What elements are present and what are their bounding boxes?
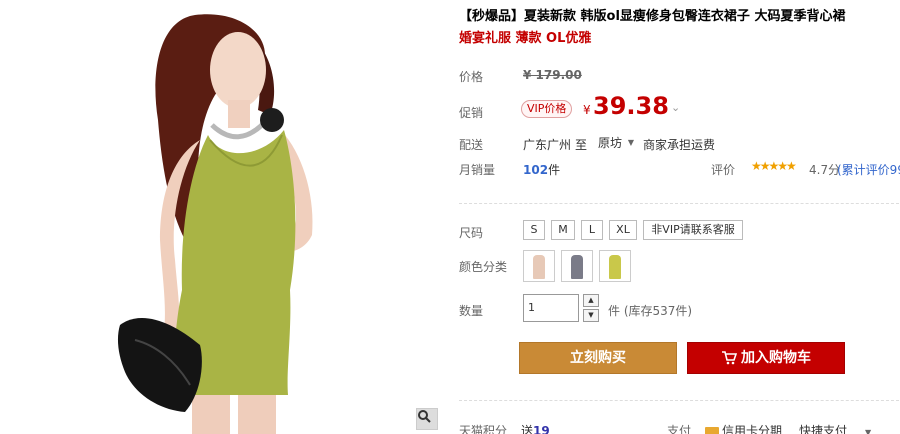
quantity-input[interactable]: 1	[523, 294, 579, 322]
caret-down-icon: ▼	[627, 138, 635, 147]
size-option-s[interactable]: S	[523, 220, 545, 240]
size-option-l[interactable]: L	[581, 220, 603, 240]
rating-score: 4.7分	[809, 163, 841, 177]
credit-installment-label: 信用卡分期	[722, 424, 783, 434]
zoom-button[interactable]	[416, 408, 438, 430]
divider	[459, 400, 899, 401]
shipping-to-label: 至	[575, 138, 588, 152]
payment-label: 支付	[667, 424, 692, 434]
promo-label: 促销	[459, 106, 484, 120]
product-photo	[0, 0, 443, 434]
quantity-decrease-button[interactable]: ▼	[583, 309, 599, 322]
sales-unit: 件	[548, 163, 561, 177]
cart-icon	[722, 351, 737, 365]
dropdown-arrow-icon[interactable]: ▼	[865, 428, 871, 434]
product-title-sub: 婚宴礼服 薄款 OL优雅	[459, 31, 592, 46]
quick-pay[interactable]: 快捷支付 ▼	[799, 422, 871, 434]
monthly-sales-label: 月销量	[459, 163, 496, 177]
points-label: 天猫积分	[459, 424, 508, 434]
points-prefix: 送	[521, 424, 534, 434]
divider	[459, 203, 899, 204]
product-title-main: 【秒爆品】夏装新款 韩版ol显瘦修身包臀连衣裙子 大码夏季背心裙	[459, 9, 846, 24]
size-label: 尺码	[459, 226, 484, 240]
quantity-label: 数量	[459, 304, 484, 318]
shipping-fee: 商家承担运费	[643, 138, 716, 152]
review-count-link[interactable]: (累计评价99	[837, 161, 900, 178]
dress-thumbnail	[609, 255, 621, 279]
product-info-panel: 【秒爆品】夏装新款 韩版ol显瘦修身包臀连衣裙子 大码夏季背心裙 婚宴礼服 薄款…	[459, 0, 900, 434]
quantity-increase-button[interactable]: ▲	[583, 294, 599, 307]
product-title: 【秒爆品】夏装新款 韩版ol显瘦修身包臀连衣裙子 大码夏季背心裙 婚宴礼服 薄款…	[459, 6, 899, 50]
sales-count: 102	[523, 163, 549, 177]
review-label: 评价	[711, 163, 736, 177]
magnifier-icon	[418, 410, 431, 423]
rating-stars-icon: ★★★★★	[751, 159, 797, 173]
buy-now-button[interactable]: 立刻购买	[519, 342, 677, 374]
points-number: 19	[533, 424, 550, 434]
points-value: 送19	[521, 422, 550, 434]
product-image-panel	[0, 0, 443, 434]
size-option-nonvip[interactable]: 非VIP请联系客服	[643, 220, 743, 240]
color-option-beige[interactable]	[523, 250, 555, 282]
add-to-cart-label: 加入购物车	[741, 350, 811, 366]
stock-info: 件 (库存537件)	[608, 304, 693, 318]
destination-value: 原坊	[598, 136, 623, 150]
color-option-green[interactable]	[599, 250, 631, 282]
price-label: 价格	[459, 70, 484, 84]
shipping-origin: 广东广州	[523, 138, 572, 152]
add-to-cart-button[interactable]: 加入购物车	[687, 342, 845, 374]
original-price: ¥ 179.00	[523, 68, 582, 82]
dress-thumbnail	[533, 255, 545, 279]
monthly-sales: 102件	[523, 161, 560, 178]
size-option-xl[interactable]: XL	[609, 220, 637, 240]
color-label: 颜色分类	[459, 260, 508, 274]
currency-symbol: ¥	[583, 103, 591, 117]
shipping-label: 配送	[459, 138, 484, 152]
color-option-grey[interactable]	[561, 250, 593, 282]
destination-select[interactable]: 原坊 ▼	[595, 134, 636, 152]
dress-thumbnail	[571, 255, 583, 279]
vip-price-tag[interactable]: VIP价格	[521, 100, 573, 118]
credit-installment[interactable]: 信用卡分期	[705, 422, 782, 434]
credit-card-icon	[705, 426, 719, 434]
quick-pay-label: 快捷支付	[799, 424, 848, 434]
promo-price: 39.38	[593, 92, 669, 120]
chevron-down-icon[interactable]: ⌄	[671, 101, 680, 114]
size-option-m[interactable]: M	[551, 220, 575, 240]
